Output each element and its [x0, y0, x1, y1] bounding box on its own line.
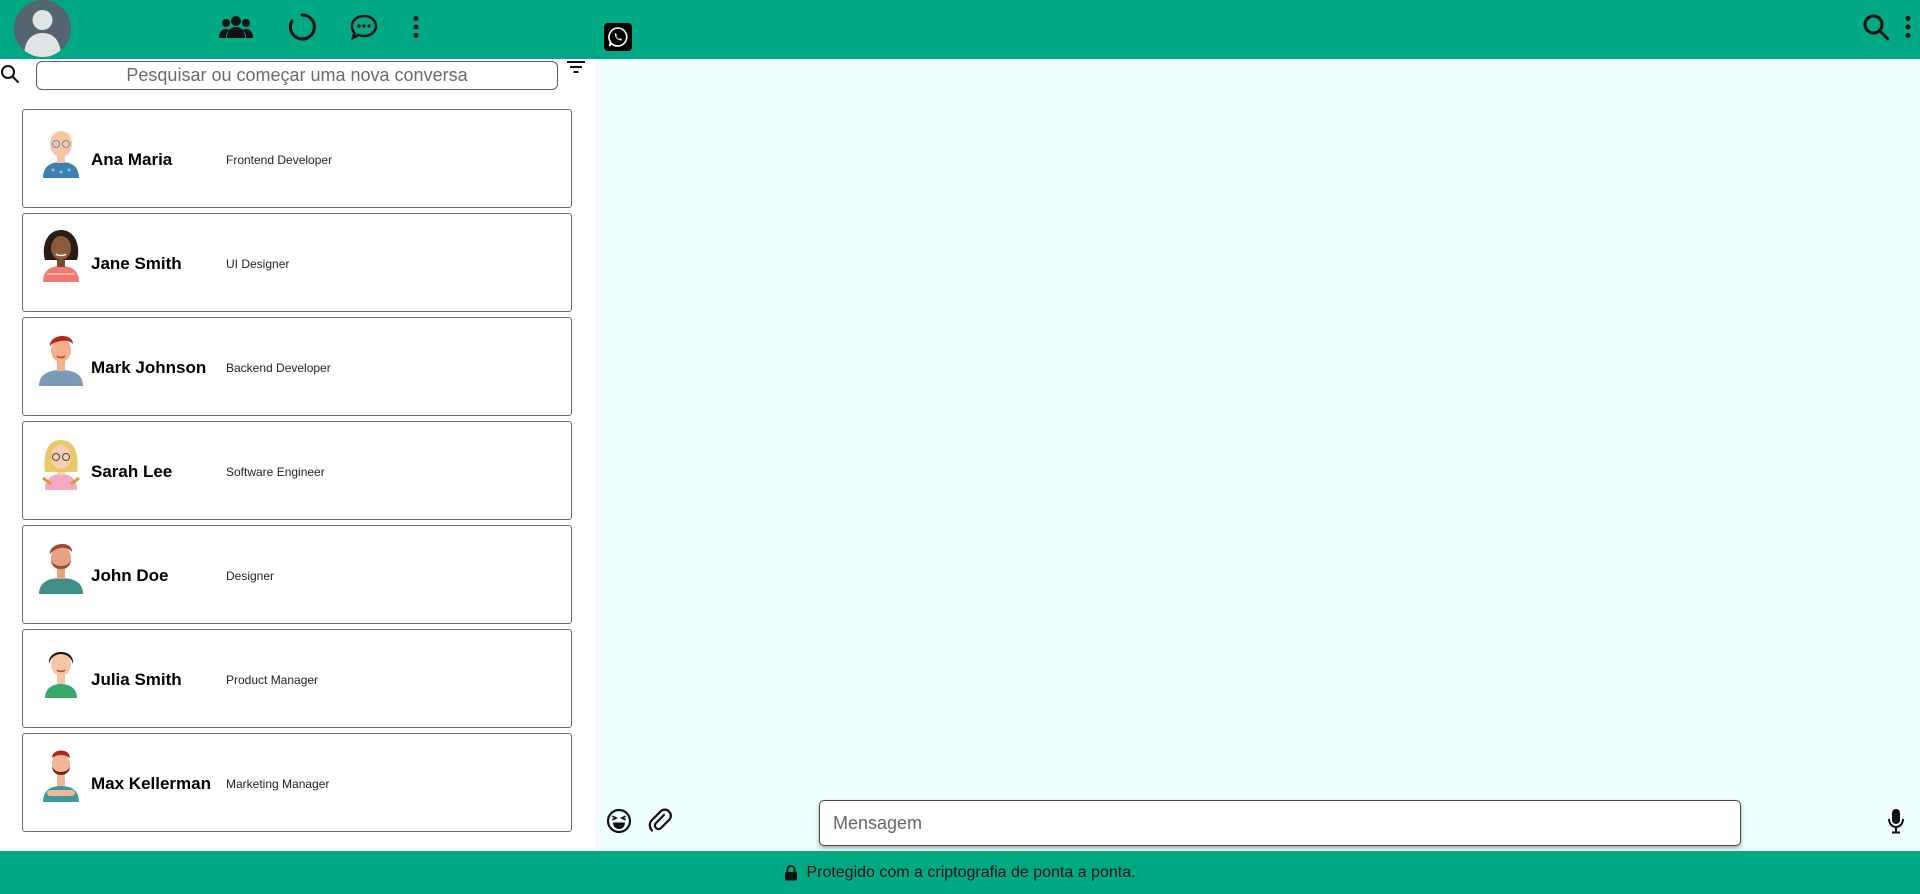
contact-avatar-icon	[42, 440, 80, 490]
contact-avatar-icon	[43, 131, 79, 178]
contact-role: Marketing Manager	[226, 777, 330, 791]
contact-name: Ana Maria	[91, 150, 173, 169]
contact-avatar-icon	[39, 335, 83, 386]
contact-name: Jane Smith	[91, 254, 182, 273]
new-chat-icon[interactable]	[346, 9, 382, 45]
contact-item[interactable]: Ana Maria Frontend Developer	[22, 109, 572, 208]
contact-name: Max Kellerman	[91, 774, 211, 793]
search-input[interactable]	[36, 61, 558, 90]
contact-name: John Doe	[91, 566, 169, 585]
chat-search-icon[interactable]	[1860, 9, 1892, 45]
contact-role: Product Manager	[226, 673, 319, 687]
contact-avatar-icon	[39, 543, 83, 594]
contact-name: Julia Smith	[91, 670, 182, 689]
filter-icon[interactable]	[566, 60, 586, 78]
contact-role: Frontend Developer	[226, 153, 333, 167]
contact-role: Software Engineer	[226, 465, 325, 479]
contact-item[interactable]: Sarah Lee Software Engineer	[22, 421, 572, 520]
contact-list: Ana Maria Frontend Developer Jane Smith …	[22, 109, 572, 837]
contact-item[interactable]: Jane Smith UI Designer	[22, 213, 572, 312]
microphone-icon[interactable]	[1882, 807, 1910, 835]
contact-avatar-icon	[43, 750, 79, 802]
contact-name: Mark Johnson	[91, 358, 207, 377]
contact-avatar-icon	[43, 230, 79, 282]
encryption-notice: Protegido com a criptografia de ponta a …	[806, 863, 1136, 881]
chat-menu-icon[interactable]	[1898, 9, 1918, 45]
contact-role: Backend Developer	[226, 361, 331, 375]
chat-panel	[595, 59, 1920, 851]
contact-name: Sarah Lee	[91, 462, 173, 481]
search-icon[interactable]	[0, 64, 20, 84]
contact-item[interactable]: Mark Johnson Backend Developer	[22, 317, 572, 416]
emoji-icon[interactable]	[605, 807, 633, 835]
contact-role: Designer	[226, 569, 275, 583]
lock-icon	[785, 864, 798, 880]
community-icon[interactable]	[218, 9, 254, 45]
profile-avatar[interactable]	[14, 0, 71, 57]
contact-item[interactable]: John Doe Designer	[22, 525, 572, 624]
whatsapp-icon	[604, 23, 632, 51]
message-input[interactable]	[819, 800, 1741, 846]
attach-icon[interactable]	[646, 807, 674, 835]
contact-role: UI Designer	[226, 257, 290, 271]
status-icon[interactable]	[284, 9, 320, 45]
menu-icon[interactable]	[398, 9, 434, 45]
contact-avatar-icon	[45, 652, 77, 698]
contact-item[interactable]: Julia Smith Product Manager	[22, 629, 572, 728]
user-avatar-icon	[14, 0, 71, 57]
chat-header	[595, 0, 1920, 59]
contact-item[interactable]: Max Kellerman Marketing Manager	[22, 733, 572, 832]
footer-bar: Protegido com a criptografia de ponta a …	[0, 851, 1920, 894]
